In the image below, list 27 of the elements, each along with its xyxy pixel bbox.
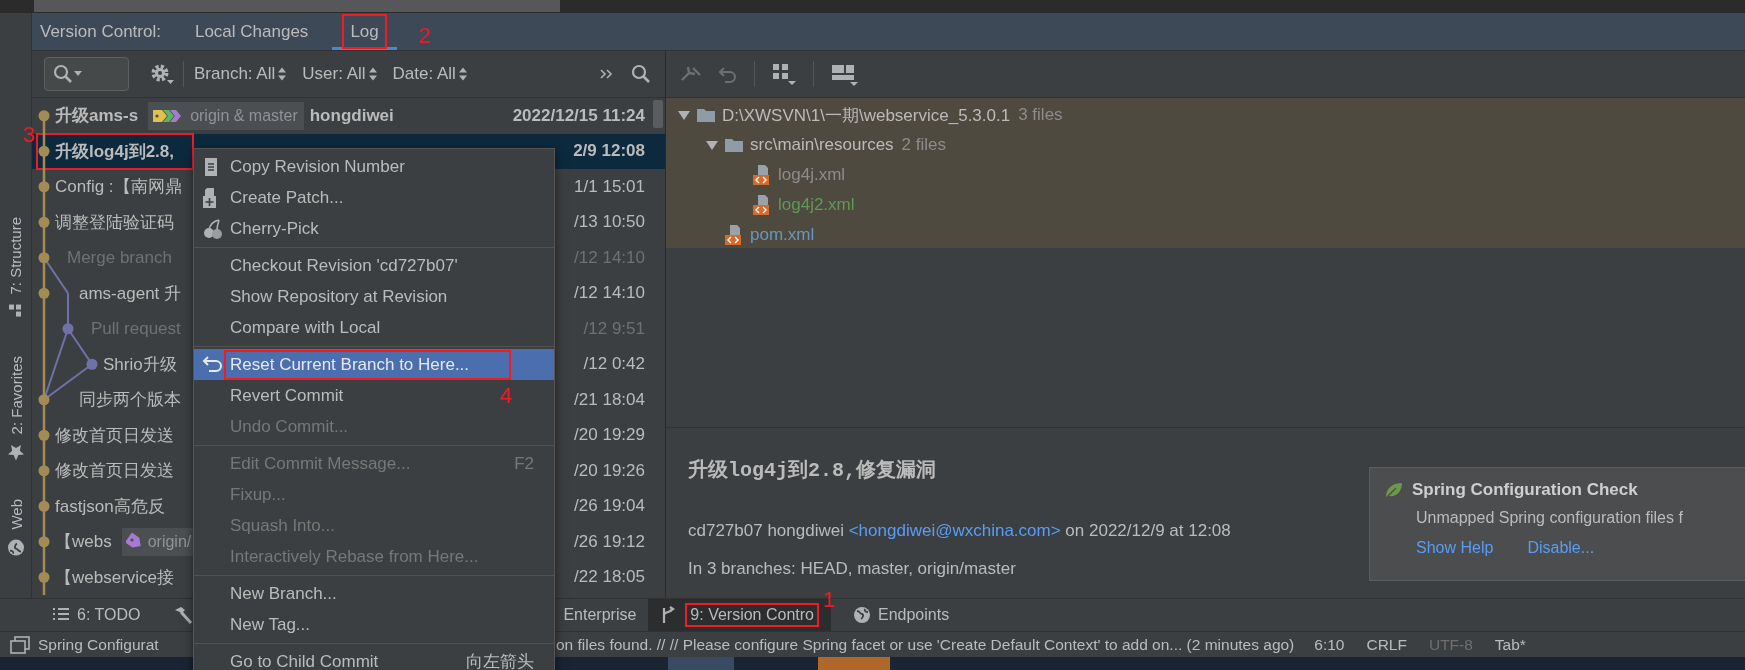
status-message: Spring Configurat	[38, 635, 160, 654]
commit-date: /26 19:12	[574, 531, 645, 552]
file-count: 2 files	[901, 135, 947, 155]
folder-name: src\main\resources	[750, 135, 894, 155]
file-name: log4j2.xml	[778, 195, 855, 215]
folder-name: D:\XWSVN\1\一期\webservice_5.3.0.1	[722, 104, 1011, 127]
commit-branches: In 3 branches: HEAD, master, origin/master	[688, 559, 1017, 579]
panel-title: Version Control:	[40, 20, 161, 43]
commit-date: 2/9 12:08	[573, 141, 645, 162]
annotation-number: 3	[23, 121, 36, 148]
commit-date: 2022/12/15 11:24	[512, 105, 645, 126]
commit-title: 升级log4j到2.8,修复漏洞	[688, 458, 938, 483]
notification-text: Unmapped Spring configuration files f	[1416, 509, 1684, 527]
annotation-number: 2	[418, 23, 431, 49]
commit-message: 【webs	[55, 531, 112, 554]
annotation-number: 4	[500, 383, 513, 409]
commit-message: 【webservice接	[55, 566, 175, 589]
file-name: log4j.xml	[778, 165, 846, 185]
file-name: pom.xml	[750, 225, 815, 245]
branch-label: origin & master	[148, 101, 304, 130]
commit-message: 升级log4j到2.8,	[36, 132, 195, 170]
notification-title: Spring Configuration Check	[1412, 480, 1638, 500]
commit-message: 升级ams-s	[55, 105, 139, 128]
status-message: on files found. // // Please configure Spring facet or use 'Create Default Context' to add on... (2 minutes ago)	[556, 635, 1295, 654]
file-count: 3 files	[1018, 105, 1063, 125]
commit-date: /22 18:05	[574, 567, 645, 588]
commit-author: hongdiwei	[309, 105, 394, 126]
